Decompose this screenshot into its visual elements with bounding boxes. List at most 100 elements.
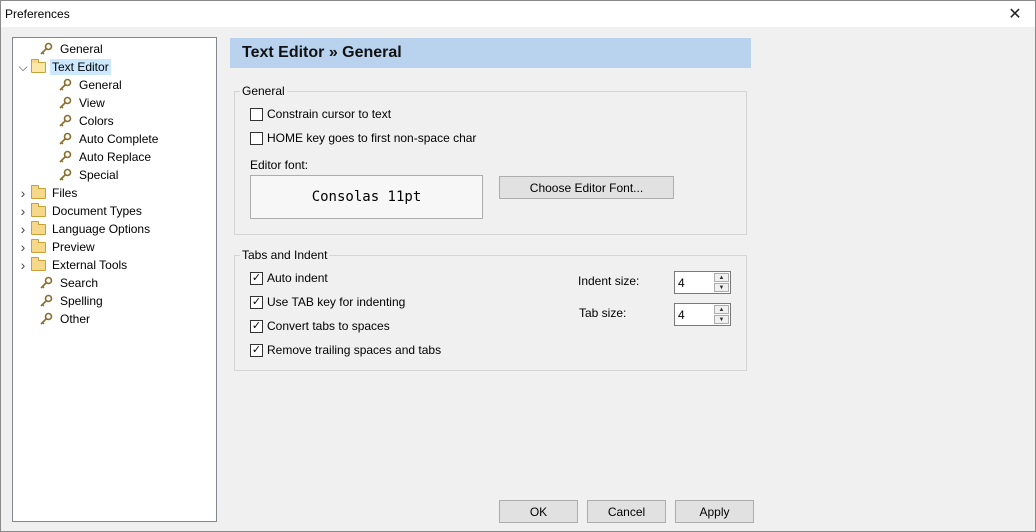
tabs-indent-group-title: Tabs and Indent <box>240 248 330 262</box>
page-header: Text Editor » General <box>230 38 751 68</box>
key-icon <box>37 275 55 291</box>
home-key-checkbox[interactable]: HOME key goes to first non-space char <box>250 130 476 146</box>
checkmark-icon[interactable]: ✓ <box>250 295 263 309</box>
checkbox-label: HOME key goes to first non-space char <box>267 131 477 145</box>
ok-button[interactable]: OK <box>499 500 578 523</box>
chevron-right-icon[interactable]: › <box>17 220 29 238</box>
tree-item[interactable]: Other <box>25 310 92 328</box>
chevron-right-icon[interactable]: › <box>17 184 29 202</box>
folder-icon <box>29 238 47 255</box>
key-icon <box>37 311 55 327</box>
checkbox-box[interactable] <box>250 107 263 121</box>
tree-item-label: View <box>79 96 105 110</box>
tree-item[interactable]: › Document Types <box>17 202 144 220</box>
tree-item-label: General <box>60 42 103 56</box>
spin-up-icon[interactable]: ▲ <box>714 273 729 282</box>
cancel-button[interactable]: Cancel <box>587 500 666 523</box>
tree-item[interactable]: General <box>25 40 105 58</box>
spin-up-icon[interactable]: ▲ <box>714 305 729 314</box>
key-icon <box>56 149 74 165</box>
tree-item-label: Files <box>52 186 78 200</box>
editor-font-preview: Consolas 11pt <box>250 175 483 219</box>
tree-item[interactable]: Colors <box>44 112 116 130</box>
key-icon <box>56 95 74 111</box>
constrain-cursor-checkbox[interactable]: Constrain cursor to text <box>250 106 391 122</box>
tree-item-label: Colors <box>79 114 114 128</box>
tree-item[interactable]: Spelling <box>25 292 105 310</box>
tree-item-label: Text Editor <box>50 59 111 75</box>
general-group-title: General <box>240 84 287 98</box>
tree-item[interactable]: › Language Options <box>17 220 152 238</box>
key-icon <box>56 167 74 183</box>
chevron-right-icon[interactable]: › <box>17 238 29 256</box>
tree-item-label: Special <box>79 168 119 182</box>
indent-size-label: Indent size: <box>578 274 640 288</box>
key-icon <box>37 293 55 309</box>
tree-item[interactable]: View <box>44 94 107 112</box>
close-icon[interactable]: ✕ <box>995 1 1035 27</box>
chevron-right-icon[interactable]: › <box>17 256 29 274</box>
use-tab-key-checkbox[interactable]: ✓ Use TAB key for indenting <box>250 294 405 310</box>
key-icon <box>56 131 74 147</box>
preferences-window: Preferences ✕ General ⌵ Text Editor General… <box>0 0 1036 532</box>
tree-item[interactable]: Auto Replace <box>44 148 153 166</box>
spin-down-icon[interactable]: ▼ <box>714 315 729 324</box>
tab-size-spinner[interactable]: 4 ▲ ▼ <box>674 303 731 326</box>
convert-tabs-checkbox[interactable]: ✓ Convert tabs to spaces <box>250 318 390 334</box>
remove-trailing-checkbox[interactable]: ✓ Remove trailing spaces and tabs <box>250 342 441 358</box>
tree-item-label: Document Types <box>52 204 142 218</box>
tree-item[interactable]: › External Tools <box>17 256 129 274</box>
tree-item-label: Other <box>60 312 91 326</box>
folder-icon <box>29 220 47 237</box>
tree-item[interactable]: ⌵ Text Editor <box>17 58 111 76</box>
tree-item[interactable]: Search <box>25 274 100 292</box>
tree-item[interactable]: › Preview <box>17 238 97 256</box>
tree-item[interactable]: General <box>44 76 124 94</box>
category-tree[interactable]: General ⌵ Text Editor General View Colors Auto… <box>12 37 217 522</box>
apply-button[interactable]: Apply <box>675 500 754 523</box>
folder-open-icon <box>29 58 47 75</box>
tree-item-label: Spelling <box>60 294 103 308</box>
tree-item[interactable]: › Files <box>17 184 79 202</box>
tab-size-value[interactable]: 4 <box>678 308 685 322</box>
title-bar: Preferences ✕ <box>1 1 1035 27</box>
tree-item[interactable]: Auto Complete <box>44 130 160 148</box>
key-icon <box>56 113 74 129</box>
page-title: Text Editor » General <box>242 44 402 61</box>
checkbox-label: Use TAB key for indenting <box>267 295 406 309</box>
checkbox-label: Convert tabs to spaces <box>267 319 390 333</box>
checkbox-label: Constrain cursor to text <box>267 107 392 121</box>
checkmark-icon[interactable]: ✓ <box>250 271 263 285</box>
tree-item[interactable]: Special <box>44 166 120 184</box>
chevron-down-icon[interactable]: ⌵ <box>17 58 29 76</box>
tree-item-label: Search <box>60 276 99 290</box>
auto-indent-checkbox[interactable]: ✓ Auto indent <box>250 270 328 286</box>
tree-item-label: Preview <box>52 240 95 254</box>
choose-editor-font-button[interactable]: Choose Editor Font... <box>499 176 674 199</box>
indent-size-value[interactable]: 4 <box>678 276 685 290</box>
chevron-right-icon[interactable]: › <box>17 202 29 220</box>
key-icon <box>37 41 55 57</box>
key-icon <box>56 77 74 93</box>
spin-down-icon[interactable]: ▼ <box>714 283 729 292</box>
checkbox-box[interactable] <box>250 131 263 145</box>
indent-size-spinner[interactable]: 4 ▲ ▼ <box>674 271 731 294</box>
checkmark-icon[interactable]: ✓ <box>250 343 263 357</box>
editor-font-label: Editor font: <box>250 158 309 172</box>
checkmark-icon[interactable]: ✓ <box>250 319 263 333</box>
checkbox-label: Remove trailing spaces and tabs <box>267 343 442 357</box>
tree-item-label: Auto Complete <box>79 132 159 146</box>
tab-size-label: Tab size: <box>579 306 627 320</box>
window-title: Preferences <box>5 7 70 21</box>
tree-item-label: Language Options <box>52 222 151 236</box>
folder-icon <box>29 184 47 201</box>
